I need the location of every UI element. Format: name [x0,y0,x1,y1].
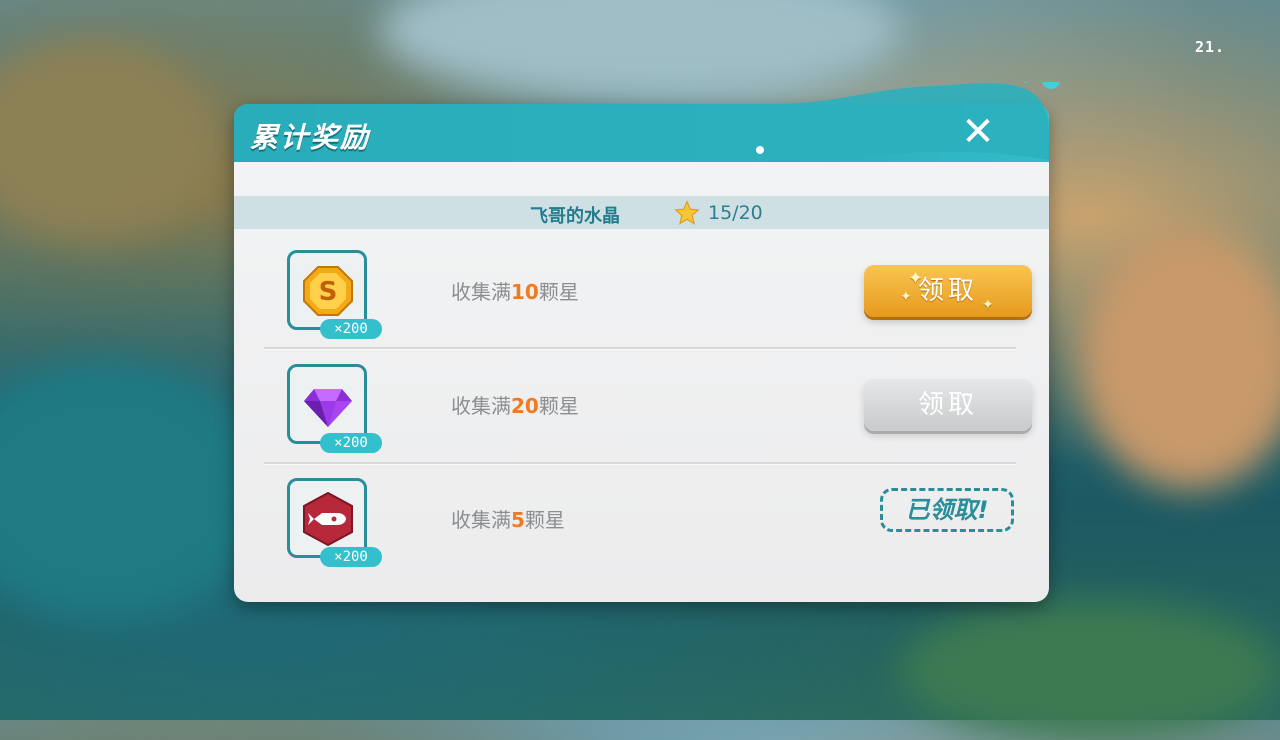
condition-suffix: 颗星 [538,280,579,304]
reward-item-box: ×200 [287,364,382,453]
background-blob [0,360,270,620]
reward-dialog: 累计奖励 ✕ 飞哥的水晶 15/20 S ×200 收集满10颗星 领取 ✦ ✦… [234,82,1060,602]
condition-number: 10 [511,280,539,304]
background-blob [900,600,1280,740]
condition-suffix: 颗星 [524,508,565,532]
dialog-header: 累计奖励 ✕ [234,82,1060,162]
dialog-title: 累计奖励 [250,121,371,154]
condition-number: 20 [511,394,539,418]
reward-row: ×200 收集满5颗星 已领取! [234,458,1049,572]
reward-condition: 收集满5颗星 [451,504,565,533]
reward-quantity: ×200 [320,433,382,453]
reward-quantity: ×200 [320,547,382,567]
close-icon: ✕ [961,109,995,155]
purple-gem-icon [304,389,352,427]
rocket-badge-icon [303,491,353,547]
reward-condition: 收集满10颗星 [451,276,579,305]
condition-number: 5 [511,508,525,532]
collection-bar: 飞哥的水晶 15/20 [234,196,1049,229]
reward-item-box: S ×200 [287,250,382,339]
claim-button-disabled[interactable]: 领取 [864,379,1032,431]
close-button[interactable]: ✕ [956,110,1000,154]
background-blob [0,40,220,240]
collection-progress: 15/20 [708,202,763,224]
reward-row: ×200 收集满20颗星 领取 [234,344,1049,458]
claimed-stamp: 已领取! [880,488,1014,532]
sparkle-icon: ✦ [900,289,916,305]
reward-item-box: ×200 [287,478,382,567]
reward-quantity: ×200 [320,319,382,339]
claim-button-label: 领取 [917,390,978,420]
condition-prefix: 收集满 [451,508,511,532]
sparkle-icon: ✦ [982,297,998,313]
star-icon [674,200,700,225]
svg-text:S: S [319,277,338,307]
page-number: 21. [1195,38,1226,56]
condition-suffix: 颗星 [538,394,579,418]
condition-prefix: 收集满 [451,394,511,418]
reward-condition: 收集满20颗星 [451,390,579,419]
background-blob [1080,230,1280,490]
collection-name: 飞哥的水晶 [530,206,620,227]
gold-coin-icon: S [303,266,353,316]
reward-row: S ×200 收集满10颗星 领取 ✦ ✦ ✦ [234,230,1049,344]
claim-button[interactable]: 领取 ✦ ✦ ✦ [864,265,1032,317]
condition-prefix: 收集满 [451,280,511,304]
